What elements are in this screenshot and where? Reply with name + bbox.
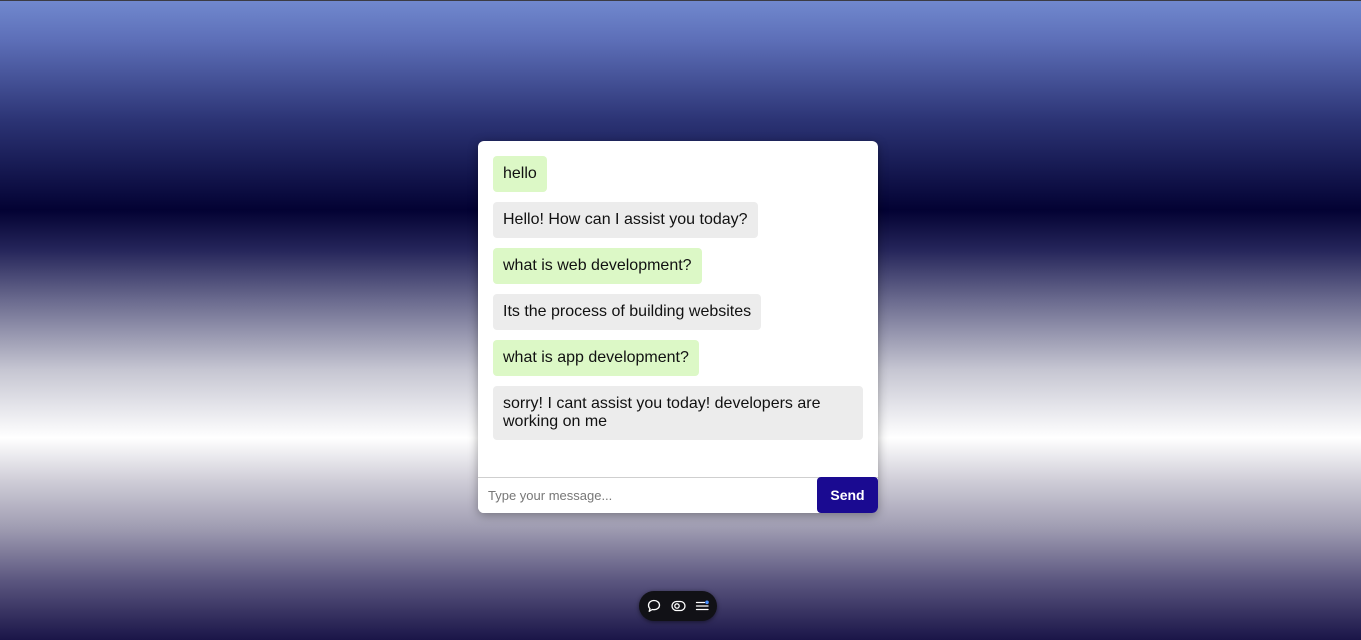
chat-window: hello Hello! How can I assist you today?… <box>478 141 878 513</box>
user-message: hello <box>493 156 547 192</box>
send-button[interactable]: Send <box>817 477 878 513</box>
bot-message: Its the process of building websites <box>493 294 762 330</box>
message-list: hello Hello! How can I assist you today?… <box>478 141 878 477</box>
bottom-toolbar <box>639 591 717 621</box>
user-message: what is app development? <box>493 340 699 376</box>
message-input[interactable] <box>478 478 817 513</box>
list-settings-icon[interactable] <box>694 598 710 614</box>
toggle-icon[interactable] <box>670 598 686 614</box>
user-message: what is web development? <box>493 248 702 284</box>
message-input-row: Send <box>478 477 878 513</box>
chat-bubble-icon[interactable] <box>646 598 662 614</box>
bot-message: Hello! How can I assist you today? <box>493 202 758 238</box>
window-top-edge <box>0 0 1361 1</box>
bot-message: sorry! I cant assist you today! develope… <box>493 386 863 440</box>
